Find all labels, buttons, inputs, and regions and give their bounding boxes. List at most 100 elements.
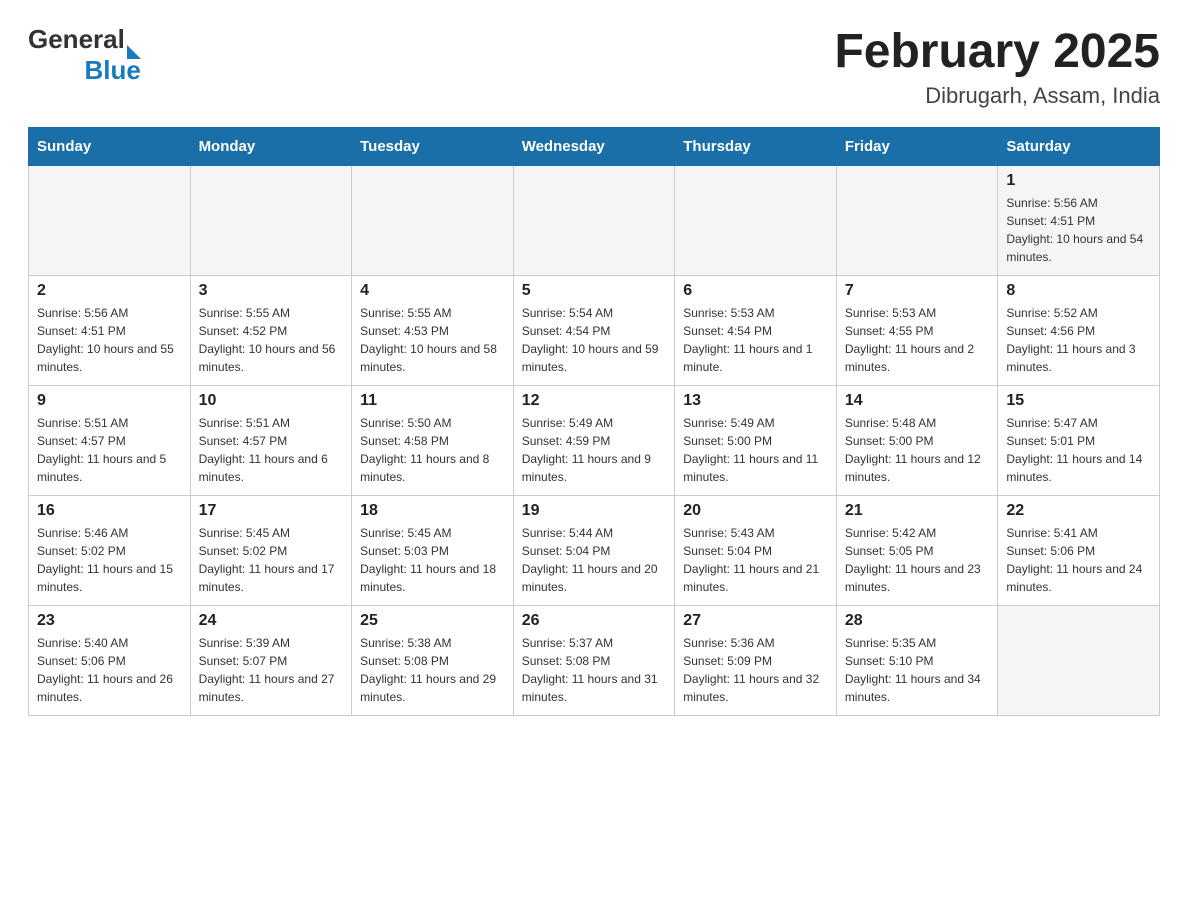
day-number: 27 xyxy=(683,612,828,630)
day-cell xyxy=(513,166,675,276)
day-info: Sunrise: 5:44 AMSunset: 5:04 PMDaylight:… xyxy=(522,524,667,596)
day-info: Sunrise: 5:48 AMSunset: 5:00 PMDaylight:… xyxy=(845,414,990,486)
weekday-header-tuesday: Tuesday xyxy=(352,128,514,166)
day-cell: 10 Sunrise: 5:51 AMSunset: 4:57 PMDayligh… xyxy=(190,386,352,496)
day-cell: 17 Sunrise: 5:45 AMSunset: 5:02 PMDayligh… xyxy=(190,496,352,606)
day-number: 13 xyxy=(683,392,828,410)
day-number: 8 xyxy=(1006,282,1151,300)
day-cell: 16Sunrise: 5:46 AMSunset: 5:02 PMDayligh… xyxy=(29,496,191,606)
day-cell: 20 Sunrise: 5:43 AMSunset: 5:04 PMDayligh… xyxy=(675,496,837,606)
week-row-3: 9 Sunrise: 5:51 AMSunset: 4:57 PMDaylight… xyxy=(29,386,1160,496)
day-info: Sunrise: 5:45 AMSunset: 5:02 PMDaylight:… xyxy=(199,524,344,596)
day-cell xyxy=(675,166,837,276)
day-number: 23 xyxy=(37,612,182,630)
day-number: 10 xyxy=(199,392,344,410)
day-cell: 27 Sunrise: 5:36 AMSunset: 5:09 PMDayligh… xyxy=(675,606,837,716)
day-cell: 23 Sunrise: 5:40 AMSunset: 5:06 PMDayligh… xyxy=(29,606,191,716)
day-cell: 5Sunrise: 5:54 AMSunset: 4:54 PMDaylight… xyxy=(513,276,675,386)
day-cell xyxy=(998,606,1160,716)
logo-general: General xyxy=(28,24,125,55)
day-info: Sunrise: 5:39 AMSunset: 5:07 PMDaylight:… xyxy=(199,634,344,706)
day-info: Sunrise: 5:42 AMSunset: 5:05 PMDaylight:… xyxy=(845,524,990,596)
day-number: 21 xyxy=(845,502,990,520)
day-cell: 6 Sunrise: 5:53 AMSunset: 4:54 PMDaylight… xyxy=(675,276,837,386)
calendar-table: SundayMondayTuesdayWednesdayThursdayFrid… xyxy=(28,127,1160,716)
day-info: Sunrise: 5:41 AMSunset: 5:06 PMDaylight:… xyxy=(1006,524,1151,596)
day-number: 14 xyxy=(845,392,990,410)
day-number: 4 xyxy=(360,282,505,300)
day-cell: 11 Sunrise: 5:50 AMSunset: 4:58 PMDayligh… xyxy=(352,386,514,496)
day-number: 6 xyxy=(683,282,828,300)
day-cell: 28 Sunrise: 5:35 AMSunset: 5:10 PMDayligh… xyxy=(836,606,998,716)
weekday-header-saturday: Saturday xyxy=(998,128,1160,166)
day-cell: 3 Sunrise: 5:55 AMSunset: 4:52 PMDaylight… xyxy=(190,276,352,386)
title-section: February 2025 Dibrugarh, Assam, India xyxy=(834,24,1160,109)
week-row-2: 2 Sunrise: 5:56 AMSunset: 4:51 PMDaylight… xyxy=(29,276,1160,386)
weekday-header-sunday: Sunday xyxy=(29,128,191,166)
day-cell: 12Sunrise: 5:49 AMSunset: 4:59 PMDayligh… xyxy=(513,386,675,496)
weekday-header-thursday: Thursday xyxy=(675,128,837,166)
day-info: Sunrise: 5:56 AMSunset: 4:51 PMDaylight:… xyxy=(37,304,182,376)
day-number: 2 xyxy=(37,282,182,300)
day-info: Sunrise: 5:50 AMSunset: 4:58 PMDaylight:… xyxy=(360,414,505,486)
day-number: 19 xyxy=(522,502,667,520)
day-number: 7 xyxy=(845,282,990,300)
day-number: 1 xyxy=(1006,172,1151,190)
day-cell: 7 Sunrise: 5:53 AMSunset: 4:55 PMDaylight… xyxy=(836,276,998,386)
month-title: February 2025 xyxy=(834,24,1160,79)
day-cell xyxy=(836,166,998,276)
day-cell: 9 Sunrise: 5:51 AMSunset: 4:57 PMDaylight… xyxy=(29,386,191,496)
day-number: 9 xyxy=(37,392,182,410)
day-number: 24 xyxy=(199,612,344,630)
day-cell: 25 Sunrise: 5:38 AMSunset: 5:08 PMDayligh… xyxy=(352,606,514,716)
day-info: Sunrise: 5:35 AMSunset: 5:10 PMDaylight:… xyxy=(845,634,990,706)
week-row-1: 1 Sunrise: 5:56 AMSunset: 4:51 PMDaylight… xyxy=(29,166,1160,276)
day-info: Sunrise: 5:37 AMSunset: 5:08 PMDaylight:… xyxy=(522,634,667,706)
day-info: Sunrise: 5:51 AMSunset: 4:57 PMDaylight:… xyxy=(37,414,182,486)
day-number: 18 xyxy=(360,502,505,520)
day-number: 12 xyxy=(522,392,667,410)
day-number: 26 xyxy=(522,612,667,630)
day-info: Sunrise: 5:51 AMSunset: 4:57 PMDaylight:… xyxy=(199,414,344,486)
logo: General Blue xyxy=(28,24,141,86)
day-number: 11 xyxy=(360,392,505,410)
week-row-5: 23 Sunrise: 5:40 AMSunset: 5:06 PMDayligh… xyxy=(29,606,1160,716)
day-info: Sunrise: 5:49 AMSunset: 5:00 PMDaylight:… xyxy=(683,414,828,486)
day-cell: 8 Sunrise: 5:52 AMSunset: 4:56 PMDaylight… xyxy=(998,276,1160,386)
weekday-header-monday: Monday xyxy=(190,128,352,166)
day-info: Sunrise: 5:47 AMSunset: 5:01 PMDaylight:… xyxy=(1006,414,1151,486)
day-cell: 26 Sunrise: 5:37 AMSunset: 5:08 PMDayligh… xyxy=(513,606,675,716)
weekday-header-row: SundayMondayTuesdayWednesdayThursdayFrid… xyxy=(29,128,1160,166)
day-info: Sunrise: 5:55 AMSunset: 4:52 PMDaylight:… xyxy=(199,304,344,376)
day-number: 25 xyxy=(360,612,505,630)
day-number: 28 xyxy=(845,612,990,630)
day-cell: 18 Sunrise: 5:45 AMSunset: 5:03 PMDayligh… xyxy=(352,496,514,606)
day-cell: 22 Sunrise: 5:41 AMSunset: 5:06 PMDayligh… xyxy=(998,496,1160,606)
day-info: Sunrise: 5:55 AMSunset: 4:53 PMDaylight:… xyxy=(360,304,505,376)
day-info: Sunrise: 5:53 AMSunset: 4:55 PMDaylight:… xyxy=(845,304,990,376)
day-info: Sunrise: 5:52 AMSunset: 4:56 PMDaylight:… xyxy=(1006,304,1151,376)
day-info: Sunrise: 5:56 AMSunset: 4:51 PMDaylight:… xyxy=(1006,194,1151,266)
location-title: Dibrugarh, Assam, India xyxy=(834,83,1160,109)
day-info: Sunrise: 5:43 AMSunset: 5:04 PMDaylight:… xyxy=(683,524,828,596)
day-cell xyxy=(352,166,514,276)
day-cell: 15 Sunrise: 5:47 AMSunset: 5:01 PMDayligh… xyxy=(998,386,1160,496)
day-number: 15 xyxy=(1006,392,1151,410)
day-info: Sunrise: 5:40 AMSunset: 5:06 PMDaylight:… xyxy=(37,634,182,706)
day-info: Sunrise: 5:45 AMSunset: 5:03 PMDaylight:… xyxy=(360,524,505,596)
day-cell: 24 Sunrise: 5:39 AMSunset: 5:07 PMDayligh… xyxy=(190,606,352,716)
day-info: Sunrise: 5:36 AMSunset: 5:09 PMDaylight:… xyxy=(683,634,828,706)
weekday-header-friday: Friday xyxy=(836,128,998,166)
day-number: 3 xyxy=(199,282,344,300)
day-info: Sunrise: 5:53 AMSunset: 4:54 PMDaylight:… xyxy=(683,304,828,376)
day-cell: 13 Sunrise: 5:49 AMSunset: 5:00 PMDayligh… xyxy=(675,386,837,496)
day-info: Sunrise: 5:38 AMSunset: 5:08 PMDaylight:… xyxy=(360,634,505,706)
day-cell: 4 Sunrise: 5:55 AMSunset: 4:53 PMDaylight… xyxy=(352,276,514,386)
day-number: 22 xyxy=(1006,502,1151,520)
day-number: 16 xyxy=(37,502,182,520)
day-number: 17 xyxy=(199,502,344,520)
day-cell: 1 Sunrise: 5:56 AMSunset: 4:51 PMDaylight… xyxy=(998,166,1160,276)
logo-blue: Blue xyxy=(84,55,140,86)
day-number: 20 xyxy=(683,502,828,520)
day-cell xyxy=(29,166,191,276)
